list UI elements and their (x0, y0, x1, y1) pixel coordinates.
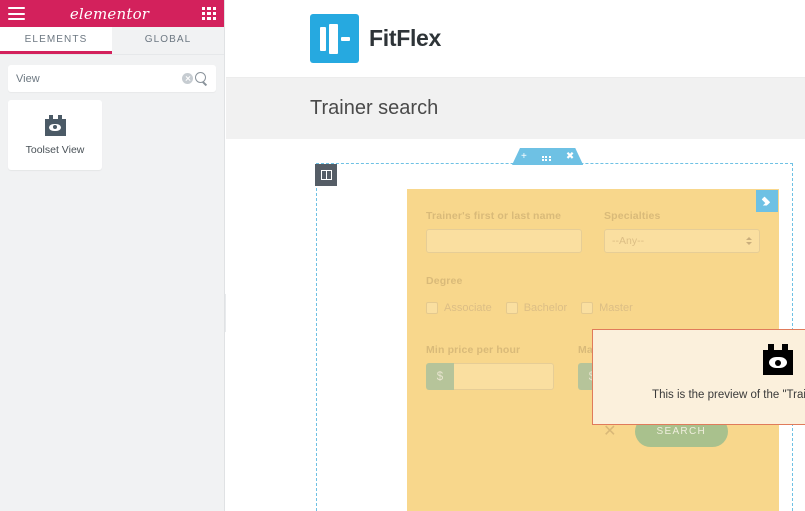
site-logo-text: FitFlex (369, 25, 442, 51)
field-degree: Degree Associate Bachelor Master (426, 275, 760, 314)
input-min-price[interactable] (454, 363, 554, 390)
clear-circle-icon[interactable] (182, 73, 193, 84)
section-toolbar: + ✖ (512, 148, 583, 165)
page-title-bar: Trainer search (226, 78, 805, 139)
elementor-panel: elementor ELEMENTS GLOBAL Toolset Vi (0, 0, 225, 511)
widget-preview-overlay: This is the preview of the "Trainer sear… (592, 329, 805, 425)
fitflex-logo-mark (310, 14, 359, 63)
label-specialties: Specialties (604, 210, 661, 222)
checkbox-bachelor[interactable]: Bachelor (505, 302, 568, 314)
drag-dots-icon[interactable] (542, 156, 551, 158)
field-trainer-name: Trainer's first or last name (426, 210, 582, 253)
tab-elements[interactable]: ELEMENTS (0, 27, 112, 54)
select-specialties-value: --Any-- (612, 235, 645, 247)
spinner-icon[interactable] (746, 237, 752, 245)
label-min-price: Min price per hour (426, 344, 521, 356)
widget-search-wrap (0, 55, 224, 98)
degree-checkbox-row: Associate Bachelor Master (426, 302, 760, 314)
column-layout-icon[interactable] (315, 164, 337, 186)
editor-area: + ✖ Trainer's first or last name Special… (226, 139, 805, 511)
input-group-min-price: $ (426, 363, 554, 390)
label-degree: Degree (426, 275, 463, 287)
checkbox-box-icon[interactable] (426, 302, 438, 314)
toolset-eye-icon (44, 114, 66, 136)
currency-prefix-icon: $ (426, 363, 454, 390)
label-trainer-name: Trainer's first or last name (426, 210, 562, 222)
field-min-price: Min price per hour $ (426, 344, 554, 390)
editor-screen: elementor ELEMENTS GLOBAL Toolset Vi (0, 0, 805, 511)
widget-search-box[interactable] (8, 65, 216, 92)
checkbox-master[interactable]: Master (581, 302, 633, 314)
field-specialties: Specialties --Any-- (604, 210, 760, 253)
site-header: FitFlex (226, 0, 805, 78)
input-trainer-name[interactable] (426, 229, 582, 253)
checkbox-box-icon[interactable] (505, 302, 518, 314)
checkbox-label: Bachelor (523, 302, 568, 314)
widget-grid: Toolset View (0, 98, 224, 172)
page-title: Trainer search (310, 97, 439, 119)
close-x-icon[interactable]: ✕ (603, 423, 616, 440)
toolset-eye-icon (763, 344, 793, 375)
tab-global[interactable]: GLOBAL (112, 27, 224, 54)
plus-icon[interactable]: + (521, 152, 527, 162)
checkbox-label: Master (599, 302, 633, 314)
panel-tabs: ELEMENTS GLOBAL (0, 27, 224, 55)
widget-card-toolset-view[interactable]: Toolset View (8, 100, 102, 170)
search-input[interactable] (16, 72, 182, 85)
preview-canvas: FitFlex Trainer search + ✖ Trainer's fir… (226, 0, 805, 511)
pencil-edit-icon[interactable] (756, 190, 778, 212)
checkbox-box-icon[interactable] (581, 302, 594, 314)
widget-card-label: Toolset View (25, 143, 85, 156)
elementor-logo: elementor (69, 4, 150, 23)
checkbox-label: Associate (444, 302, 492, 314)
select-specialties[interactable]: --Any-- (604, 229, 760, 253)
form-row-top: Trainer's first or last name Specialties… (426, 210, 760, 253)
checkbox-associate[interactable]: Associate (426, 302, 492, 314)
close-x-icon[interactable]: ✖ (566, 152, 574, 162)
panel-header: elementor (0, 0, 224, 27)
preview-message: This is the preview of the "Trainer sear… (652, 389, 805, 401)
magnifier-icon[interactable] (195, 72, 208, 85)
grid-apps-icon[interactable] (202, 6, 216, 21)
